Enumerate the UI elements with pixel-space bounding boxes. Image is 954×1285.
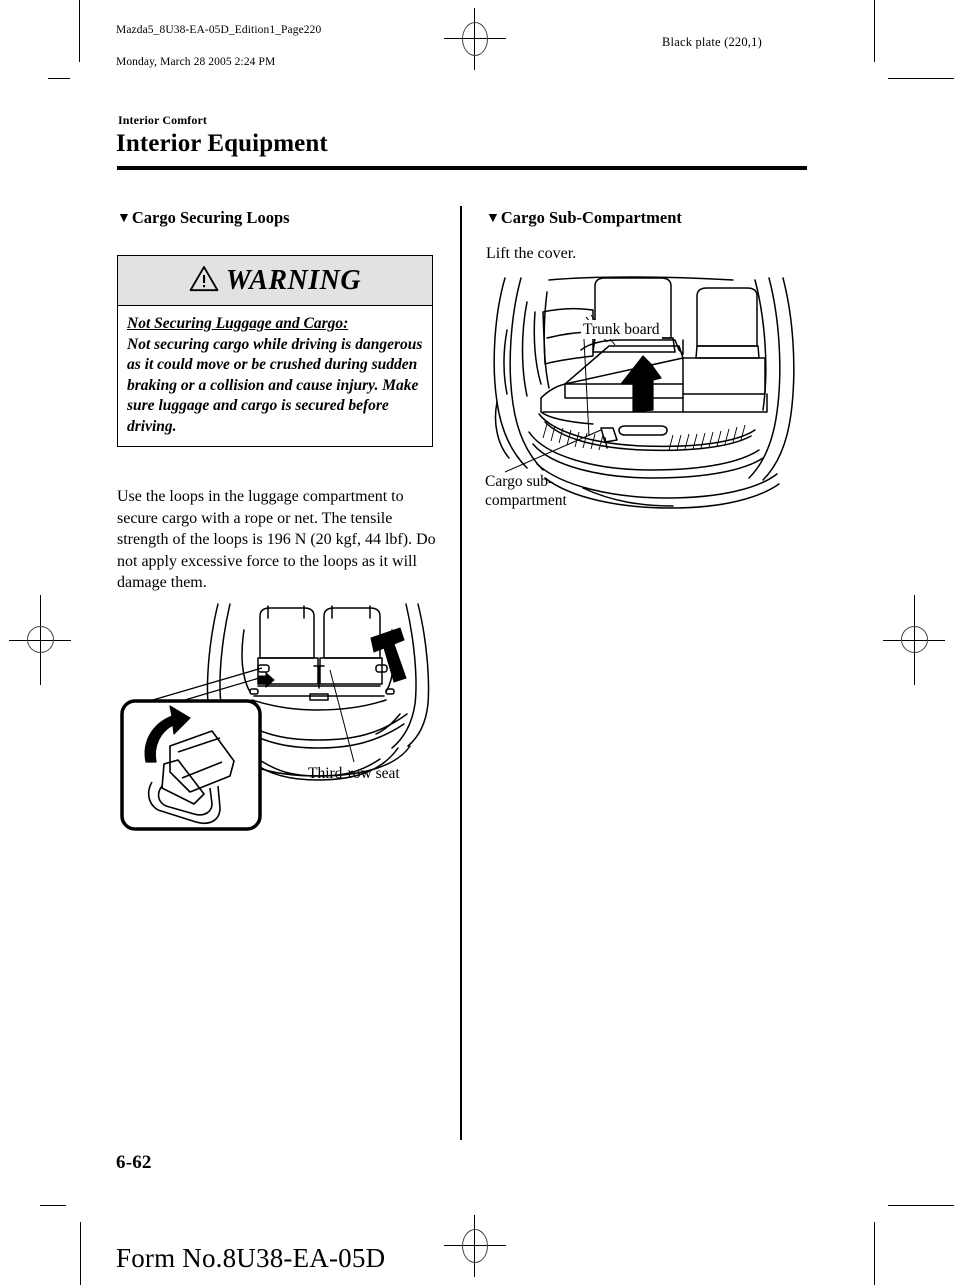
cargo-securing-loops-illustration: Third-row seat bbox=[118, 596, 448, 851]
warning-box-header: WARNING bbox=[118, 256, 432, 306]
triangle-down-icon: ▼ bbox=[486, 211, 500, 226]
column-divider bbox=[460, 206, 462, 1140]
warning-triangle-icon bbox=[189, 265, 219, 297]
section-eyebrow: Interior Comfort bbox=[118, 113, 208, 127]
subhead-label: Cargo Sub-Compartment bbox=[500, 208, 682, 227]
lift-the-cover-paragraph: Lift the cover. bbox=[486, 245, 577, 262]
cargo-sub-compartment-illustration: Trunk board Cargo sub- compartment bbox=[483, 272, 803, 517]
warning-label: WARNING bbox=[225, 264, 362, 296]
form-number: Form No.8U38-EA-05D bbox=[116, 1243, 386, 1273]
title-rule bbox=[117, 166, 807, 170]
warning-box-body: Not Securing Luggage and Cargo: Not secu… bbox=[118, 306, 432, 446]
cargo-loops-paragraph: Use the loops in the luggage compartment… bbox=[117, 488, 436, 591]
subhead-cargo-securing-loops: ▼Cargo Securing Loops bbox=[117, 208, 443, 230]
triangle-down-icon: ▼ bbox=[117, 211, 131, 226]
cargo-sub-compartment-caption: Cargo sub- compartment bbox=[485, 473, 567, 509]
page-title: Interior Equipment bbox=[116, 130, 328, 157]
right-column: ▼Cargo Sub-Compartment Lift the cover. bbox=[486, 208, 812, 265]
subhead-label: Cargo Securing Loops bbox=[131, 208, 290, 227]
warning-lead: Not Securing Luggage and Cargo: bbox=[127, 315, 349, 332]
page-folio: 6-62 bbox=[116, 1152, 152, 1173]
subhead-cargo-sub-compartment: ▼Cargo Sub-Compartment bbox=[486, 208, 812, 230]
warning-box: WARNING Not Securing Luggage and Cargo: … bbox=[117, 255, 433, 447]
left-column: ▼Cargo Securing Loops bbox=[117, 208, 443, 230]
warning-text: Not securing cargo while driving is dang… bbox=[127, 335, 423, 435]
third-row-seat-caption: Third-row seat bbox=[308, 765, 400, 782]
trunk-board-caption: Trunk board bbox=[581, 320, 662, 339]
